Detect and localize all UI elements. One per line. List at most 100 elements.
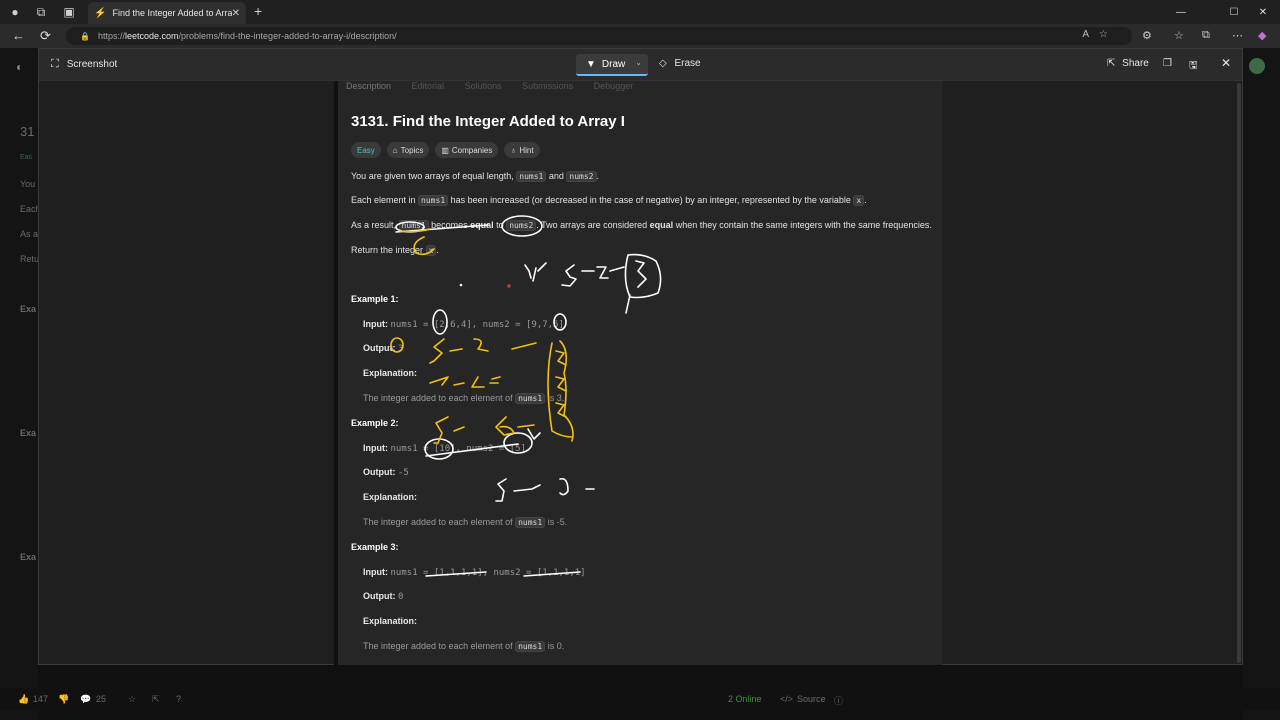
collections-icon[interactable]: ⧉	[1202, 29, 1210, 42]
inline-code: x	[425, 245, 437, 256]
companies-tag[interactable]: ▥ Companies	[435, 142, 499, 158]
thumbs-up-icon[interactable]: 👍	[18, 694, 29, 705]
refresh-icon[interactable]: ⟳	[40, 28, 51, 44]
tab-debugger[interactable]: Debugger	[594, 81, 634, 91]
back-icon[interactable]: ←	[12, 28, 25, 43]
backdrop-text: You	[20, 179, 36, 189]
tab-close-icon[interactable]: ✕	[232, 8, 240, 19]
tab-submissions[interactable]: Submissions	[522, 81, 573, 91]
backdrop-text: Exa	[20, 428, 37, 438]
tab-title: Find the Integer Added to Array I	[112, 8, 232, 18]
text: is 3.	[545, 393, 565, 403]
problem-tags: Easy ⌂ Topics ▥ Companies ♁ Hint	[351, 142, 540, 158]
label: Input:	[363, 319, 388, 329]
example-output: Output: 3	[363, 343, 403, 354]
difficulty-badge: Easy	[351, 142, 381, 158]
comments-count: 25	[96, 694, 107, 704]
screenshot-icon: ⛶	[51, 58, 59, 70]
erase-tool-button[interactable]: ◇ Erase	[659, 58, 701, 69]
close-icon[interactable]: ✕	[1221, 56, 1231, 70]
close-window-icon[interactable]: ✕	[1246, 0, 1280, 24]
backdrop-logo-icon: ◐	[16, 60, 24, 74]
text: to	[493, 220, 507, 230]
thumbs-down-icon[interactable]: 👎	[58, 694, 69, 705]
text: The integer added to each element of	[363, 517, 516, 527]
profile-icon[interactable]: ●	[2, 0, 28, 24]
tab-editorial[interactable]: Editorial	[412, 81, 445, 91]
leetcode-favicon-icon: ⚡	[94, 7, 107, 19]
chevron-down-icon[interactable]: ⌄	[635, 58, 642, 67]
hint-tag[interactable]: ♁ Hint	[504, 142, 540, 158]
minimize-icon[interactable]: —	[1164, 0, 1198, 24]
workspaces-icon[interactable]: ⧉	[28, 0, 54, 24]
tab-description[interactable]: Description	[346, 81, 391, 91]
hint-label: Hint	[519, 145, 534, 155]
likes-count: 147	[33, 694, 49, 704]
label: Explanation:	[363, 492, 418, 502]
yellow-ink	[390, 228, 574, 444]
backdrop-text: Eas	[20, 154, 33, 161]
extensions-icon[interactable]: ⚙	[1142, 29, 1152, 42]
url-host: leetcode.com	[124, 31, 179, 41]
example-input: Input: nums1 = [10], nums2 = [5]	[363, 443, 526, 454]
info-icon[interactable]: ⓘ	[834, 694, 843, 707]
copy-icon[interactable]: ❐	[1163, 58, 1172, 69]
input-value: nums1 = [2,6,4], nums2 = [9,7,5]	[390, 320, 564, 330]
inline-code: nums1	[398, 220, 429, 231]
text: has been increased (or decreased in the …	[448, 195, 854, 205]
share-icon[interactable]: ⇱	[152, 694, 160, 705]
save-icon[interactable]: 🖫	[1189, 58, 1198, 75]
output-value: -5	[398, 468, 409, 478]
label: Input:	[363, 567, 388, 577]
backdrop-left-panel: ◐ 31 Eas You Each As a Retu Exa Exa Exa	[0, 48, 41, 720]
read-aloud-icon[interactable]: A	[1082, 29, 1099, 40]
example-explanation: The integer added to each element of num…	[363, 641, 564, 652]
bold-text: equal	[470, 220, 494, 230]
label: Input:	[363, 443, 388, 453]
example-output: Output: 0	[363, 591, 403, 602]
problem-tabs: Description Editorial Solutions Submissi…	[346, 81, 651, 91]
text: is -5.	[545, 517, 568, 527]
bold-text: equal	[649, 220, 674, 230]
favorite-star-icon[interactable]: ☆	[1099, 29, 1118, 40]
help-icon[interactable]: ?	[176, 694, 181, 704]
backdrop-text: Exa	[20, 552, 37, 562]
inline-code: nums2	[506, 220, 537, 231]
example-input: Input: nums1 = [1,1,1,1], nums2 = [1,1,1…	[363, 567, 586, 578]
inline-code: nums1	[515, 517, 546, 528]
inline-code: nums1	[418, 195, 449, 206]
menu-icon[interactable]: ⋯	[1232, 29, 1243, 42]
text: .	[436, 245, 439, 255]
screenshot-title: ⛶ Screenshot	[51, 58, 117, 71]
copilot-icon[interactable]: ◆	[1258, 29, 1266, 42]
description-paragraph-1: You are given two arrays of equal length…	[351, 171, 599, 182]
inline-code: nums1	[515, 393, 546, 404]
url-path: /problems/find-the-integer-added-to-arra…	[178, 31, 397, 41]
tab-actions-icon[interactable]: ▣	[56, 0, 82, 24]
code-icon[interactable]: </>	[780, 694, 793, 704]
new-tab-icon[interactable]: +	[254, 3, 262, 19]
scrollbar[interactable]	[1237, 83, 1241, 663]
tab-solutions[interactable]: Solutions	[465, 81, 502, 91]
label: Output:	[363, 591, 396, 601]
lightbulb-icon: ♁	[510, 145, 517, 155]
url-field[interactable]: 🔒 https:// leetcode.com /problems/find-t…	[66, 27, 1132, 45]
browser-tab[interactable]: ⚡ Find the Integer Added to Array I ✕	[88, 2, 246, 24]
pen-icon: ▼	[586, 58, 596, 70]
draw-tool-button[interactable]: ▼ Draw ⌄	[576, 54, 648, 76]
problem-title: 3131. Find the Integer Added to Array I	[351, 113, 625, 130]
erase-label: Erase	[674, 58, 701, 69]
source-label[interactable]: Source	[797, 694, 826, 704]
red-ink-dot	[507, 284, 511, 288]
backdrop-text: As a	[20, 229, 39, 239]
comment-icon[interactable]: 💬	[80, 694, 91, 705]
share-button[interactable]: ⇱ Share	[1107, 58, 1149, 69]
label: Explanation:	[363, 616, 418, 626]
favorites-icon[interactable]: ☆	[1174, 29, 1184, 42]
avatar[interactable]	[1249, 58, 1265, 74]
topics-tag[interactable]: ⌂ Topics	[386, 142, 430, 158]
example-heading: Example 1:	[351, 294, 399, 304]
screenshot-window: ⛶ Screenshot ▼ Draw ⌄ ◇ Erase ⇱ Share ❐ …	[38, 48, 1243, 665]
bookmark-star-icon[interactable]: ☆	[128, 694, 136, 705]
text: Each element in	[351, 195, 419, 205]
